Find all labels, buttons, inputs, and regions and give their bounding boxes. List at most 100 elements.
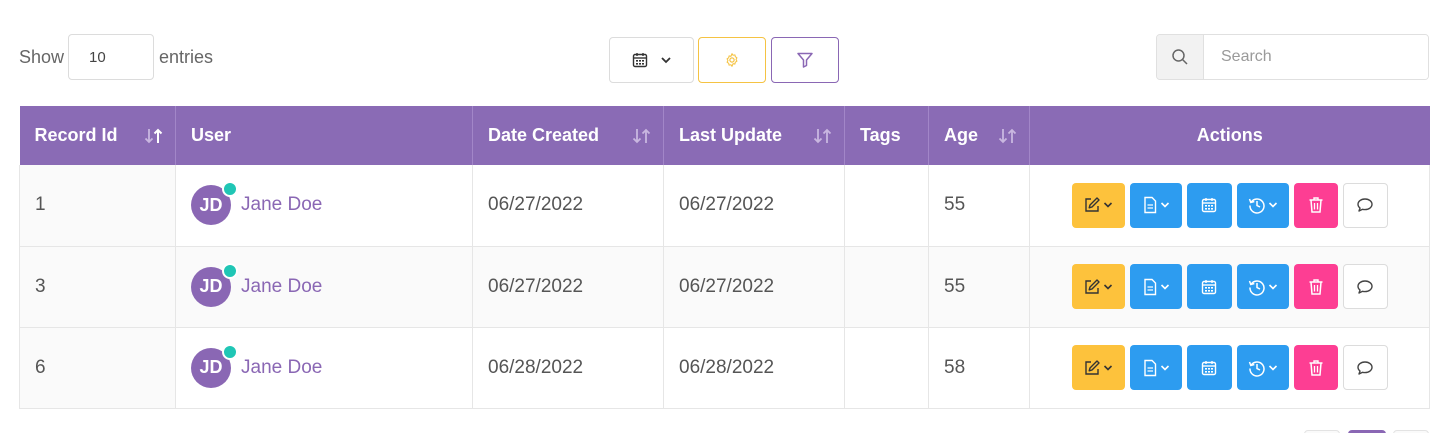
chevron-down-icon bbox=[1268, 283, 1277, 290]
comments-button[interactable] bbox=[1342, 264, 1388, 309]
history-icon bbox=[1248, 198, 1265, 214]
search-input[interactable] bbox=[1204, 35, 1428, 79]
avatar: JD bbox=[191, 181, 238, 226]
schedule-button[interactable] bbox=[1186, 345, 1232, 390]
edit-icon bbox=[1085, 278, 1100, 294]
history-dropdown-button[interactable] bbox=[1236, 264, 1289, 309]
chat-icon bbox=[1357, 198, 1373, 212]
table-row: 1 JD Jane Doe 06/27/2022 06/27/2022 55 bbox=[19, 165, 1430, 247]
cell-tags bbox=[844, 327, 929, 409]
cell-actions bbox=[1029, 246, 1430, 328]
cell-user: JD Jane Doe bbox=[175, 246, 473, 328]
table-header-row: Record Id User Date Created Last Update … bbox=[19, 106, 1430, 165]
column-header-age[interactable]: Age bbox=[928, 106, 1030, 165]
date-range-button[interactable] bbox=[609, 37, 694, 83]
document-dropdown-button[interactable] bbox=[1129, 345, 1182, 390]
chevron-down-icon bbox=[1160, 364, 1169, 371]
calendar-icon bbox=[1201, 279, 1217, 294]
online-status-dot bbox=[222, 262, 238, 279]
schedule-button[interactable] bbox=[1186, 182, 1232, 228]
settings-button[interactable] bbox=[698, 37, 766, 83]
cell-last-update: 06/27/2022 bbox=[663, 246, 845, 328]
online-status-dot bbox=[222, 181, 238, 198]
search-addon bbox=[1157, 35, 1204, 79]
cell-tags bbox=[844, 165, 929, 247]
calendar-icon bbox=[1201, 360, 1217, 375]
column-header-record-id[interactable]: Record Id bbox=[19, 106, 176, 165]
comments-button[interactable] bbox=[1342, 345, 1388, 390]
chevron-down-icon bbox=[1103, 202, 1113, 208]
calendar-icon bbox=[632, 53, 647, 68]
cell-last-update: 06/28/2022 bbox=[663, 327, 845, 409]
online-status-dot bbox=[222, 343, 238, 360]
edit-dropdown-button[interactable] bbox=[1071, 345, 1125, 390]
cell-record-id: 6 bbox=[19, 327, 176, 409]
records-table: Record Id User Date Created Last Update … bbox=[19, 106, 1430, 409]
cell-actions bbox=[1029, 327, 1430, 409]
entries-label: entries bbox=[159, 46, 214, 67]
cell-age: 55 bbox=[928, 165, 1030, 247]
history-dropdown-button[interactable] bbox=[1236, 345, 1289, 390]
table-row: 3 JD Jane Doe 06/27/2022 06/27/2022 55 bbox=[19, 246, 1430, 328]
filter-button[interactable] bbox=[771, 37, 839, 83]
history-dropdown-button[interactable] bbox=[1236, 182, 1289, 228]
filter-icon bbox=[797, 52, 813, 68]
calendar-icon bbox=[1201, 198, 1217, 213]
user-name-link[interactable]: Jane Doe bbox=[241, 276, 322, 298]
cell-last-update: 06/27/2022 bbox=[663, 165, 845, 247]
cell-date-created: 06/27/2022 bbox=[472, 246, 664, 328]
history-icon bbox=[1248, 279, 1265, 296]
comments-button[interactable] bbox=[1342, 182, 1388, 228]
search-icon bbox=[1172, 49, 1188, 65]
avatar: JD bbox=[191, 262, 238, 307]
chevron-down-icon bbox=[1103, 364, 1113, 371]
entries-input[interactable] bbox=[68, 34, 155, 80]
cell-user: JD Jane Doe bbox=[175, 165, 473, 247]
cell-user: JD Jane Doe bbox=[175, 327, 473, 409]
chevron-down-icon bbox=[1103, 283, 1113, 290]
trash-icon bbox=[1309, 197, 1322, 213]
table-row: 6 JD Jane Doe 06/28/2022 06/28/2022 58 bbox=[19, 327, 1430, 409]
document-icon bbox=[1143, 278, 1156, 295]
chevron-down-icon bbox=[1160, 202, 1169, 208]
history-icon bbox=[1248, 360, 1265, 377]
delete-button[interactable] bbox=[1293, 345, 1338, 390]
sort-icon bbox=[631, 127, 653, 145]
delete-button[interactable] bbox=[1293, 264, 1338, 309]
cell-record-id: 3 bbox=[19, 246, 176, 328]
document-dropdown-button[interactable] bbox=[1129, 182, 1182, 228]
document-dropdown-button[interactable] bbox=[1129, 264, 1182, 309]
edit-icon bbox=[1085, 359, 1100, 375]
sort-desc-active-icon bbox=[143, 127, 165, 145]
avatar: JD bbox=[191, 343, 238, 388]
edit-dropdown-button[interactable] bbox=[1071, 264, 1125, 309]
user-name-link[interactable]: Jane Doe bbox=[241, 194, 322, 216]
chevron-down-icon bbox=[1160, 283, 1169, 290]
cell-record-id: 1 bbox=[19, 165, 176, 247]
sort-icon bbox=[812, 127, 834, 145]
cell-age: 55 bbox=[928, 246, 1030, 328]
trash-icon bbox=[1309, 278, 1322, 295]
column-header-actions: Actions bbox=[1029, 106, 1430, 165]
column-header-user: User bbox=[175, 106, 473, 165]
edit-dropdown-button[interactable] bbox=[1071, 182, 1125, 228]
chevron-down-icon bbox=[1268, 364, 1277, 371]
gear-icon bbox=[726, 53, 738, 67]
delete-button[interactable] bbox=[1293, 182, 1338, 228]
chevron-down-icon bbox=[660, 57, 671, 64]
edit-icon bbox=[1085, 197, 1100, 212]
schedule-button[interactable] bbox=[1186, 264, 1232, 309]
column-header-date-created[interactable]: Date Created bbox=[472, 106, 664, 165]
cell-actions bbox=[1029, 165, 1430, 247]
sort-icon bbox=[997, 127, 1019, 145]
chat-icon bbox=[1357, 360, 1373, 375]
search-box bbox=[1156, 34, 1429, 80]
cell-date-created: 06/28/2022 bbox=[472, 327, 664, 409]
chat-icon bbox=[1357, 279, 1373, 294]
show-label: Show bbox=[19, 46, 65, 67]
trash-icon bbox=[1309, 359, 1322, 376]
length-menu: Show entries bbox=[19, 34, 213, 80]
user-name-link[interactable]: Jane Doe bbox=[241, 357, 322, 379]
column-header-last-update[interactable]: Last Update bbox=[663, 106, 845, 165]
cell-date-created: 06/27/2022 bbox=[472, 165, 664, 247]
